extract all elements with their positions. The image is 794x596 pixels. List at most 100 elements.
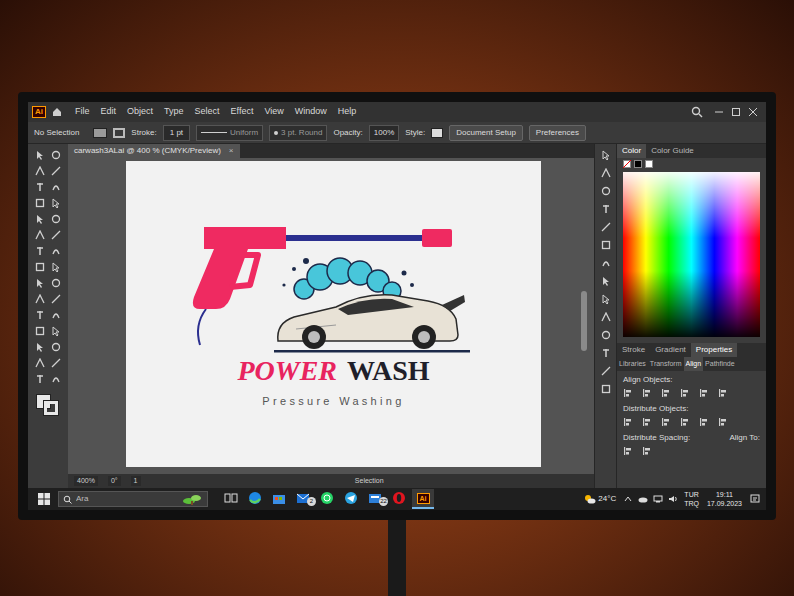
store-icon[interactable] bbox=[271, 491, 287, 505]
align-icon[interactable] bbox=[623, 417, 633, 427]
black-swatch[interactable] bbox=[634, 160, 642, 168]
edge-icon[interactable] bbox=[247, 491, 263, 505]
taskbar-app[interactable]: 22 bbox=[364, 489, 386, 509]
tool-icon[interactable] bbox=[51, 246, 61, 256]
panel-icon[interactable] bbox=[601, 366, 611, 376]
panel-icon[interactable] bbox=[601, 222, 611, 232]
brush-dropdown[interactable]: 3 pt. Round bbox=[269, 125, 327, 141]
control-button[interactable]: Preferences bbox=[529, 125, 586, 141]
tool-icon[interactable] bbox=[35, 358, 45, 368]
align-icon[interactable] bbox=[680, 417, 690, 427]
network-icon[interactable] bbox=[653, 495, 663, 503]
tool-icon[interactable] bbox=[35, 374, 45, 384]
tool-icon[interactable] bbox=[51, 230, 61, 240]
align-icon[interactable] bbox=[623, 446, 633, 456]
opera-icon[interactable] bbox=[391, 491, 407, 505]
menu-item[interactable]: Help bbox=[333, 105, 362, 119]
panel-tab[interactable]: Pathfinde bbox=[703, 357, 737, 371]
taskbar-app[interactable] bbox=[340, 489, 362, 509]
stroke-field[interactable]: 1 pt bbox=[163, 125, 190, 141]
menu-item[interactable]: Object bbox=[122, 105, 158, 119]
maximize-icon[interactable] bbox=[731, 107, 741, 117]
none-swatch-icon[interactable] bbox=[623, 160, 631, 168]
zoom-field[interactable]: 400% bbox=[74, 476, 98, 487]
tool-icon[interactable] bbox=[51, 214, 61, 224]
close-icon[interactable] bbox=[748, 107, 758, 117]
menu-item[interactable]: Effect bbox=[226, 105, 259, 119]
align-icon[interactable] bbox=[699, 417, 709, 427]
tool-icon[interactable] bbox=[51, 342, 61, 352]
stroke-swatch[interactable] bbox=[113, 128, 125, 138]
illustrator-app-icon[interactable]: Ai bbox=[417, 493, 430, 504]
panel-icon[interactable] bbox=[601, 294, 611, 304]
tool-icon[interactable] bbox=[51, 262, 61, 272]
stroke-box[interactable] bbox=[44, 401, 58, 415]
document-tab[interactable]: carwash3ALai @ 400 % (CMYK/Preview)× bbox=[68, 144, 240, 158]
tool-icon[interactable] bbox=[51, 166, 61, 176]
whatsapp-icon[interactable] bbox=[319, 491, 335, 505]
tool-icon[interactable] bbox=[35, 182, 45, 192]
tool-icon[interactable] bbox=[51, 150, 61, 160]
tool-icon[interactable] bbox=[51, 182, 61, 192]
panel-icon[interactable] bbox=[601, 168, 611, 178]
tool-icon[interactable] bbox=[35, 166, 45, 176]
panel-tab[interactable]: Properties bbox=[691, 343, 737, 357]
panel-tab[interactable]: Gradient bbox=[650, 343, 691, 357]
tool-icon[interactable] bbox=[35, 262, 45, 272]
panel-icon[interactable] bbox=[601, 276, 611, 286]
notification-icon[interactable] bbox=[750, 494, 760, 504]
align-icon[interactable] bbox=[661, 388, 671, 398]
menu-item[interactable]: View bbox=[259, 105, 288, 119]
align-icon[interactable] bbox=[642, 446, 652, 456]
menu-item[interactable]: Window bbox=[290, 105, 332, 119]
tool-icon[interactable] bbox=[51, 198, 61, 208]
align-icon[interactable] bbox=[680, 388, 690, 398]
tool-icon[interactable] bbox=[51, 326, 61, 336]
tool-icon[interactable] bbox=[51, 294, 61, 304]
taskbar-app[interactable]: 2 bbox=[292, 489, 314, 509]
minimize-icon[interactable] bbox=[714, 107, 724, 117]
color-spectrum[interactable] bbox=[623, 172, 760, 337]
taskbar-app[interactable] bbox=[388, 489, 410, 509]
tool-icon[interactable] bbox=[35, 214, 45, 224]
tool-icon[interactable] bbox=[35, 294, 45, 304]
align-icon[interactable] bbox=[623, 388, 633, 398]
panel-icon[interactable] bbox=[601, 186, 611, 196]
panel-icon[interactable] bbox=[601, 258, 611, 268]
tab-close[interactable]: × bbox=[229, 145, 234, 157]
align-icon[interactable] bbox=[718, 388, 728, 398]
fill-swatch[interactable] bbox=[93, 128, 107, 138]
search-icon[interactable] bbox=[691, 106, 703, 118]
home-icon[interactable] bbox=[51, 106, 63, 118]
tool-icon[interactable] bbox=[35, 310, 45, 320]
taskbar-app[interactable] bbox=[268, 489, 290, 509]
panel-icon[interactable] bbox=[601, 330, 611, 340]
panel-tab[interactable]: Align bbox=[684, 357, 704, 371]
align-icon[interactable] bbox=[642, 388, 652, 398]
clock[interactable]: 19:1117.09.2023 bbox=[707, 490, 742, 508]
taskbar-app[interactable] bbox=[244, 489, 266, 509]
profile-dropdown[interactable]: Uniform bbox=[196, 125, 263, 141]
weather-icon[interactable] bbox=[584, 494, 596, 504]
cloud-icon[interactable] bbox=[638, 495, 648, 503]
panel-icon[interactable] bbox=[601, 150, 611, 160]
tool-icon[interactable] bbox=[51, 358, 61, 368]
menu-item[interactable]: Select bbox=[190, 105, 225, 119]
windows-start-icon[interactable] bbox=[38, 493, 50, 505]
taskbar-search[interactable] bbox=[58, 491, 208, 507]
panel-icon[interactable] bbox=[601, 312, 611, 322]
tool-icon[interactable] bbox=[35, 278, 45, 288]
volume-icon[interactable] bbox=[668, 495, 678, 503]
panel-icon[interactable] bbox=[601, 204, 611, 214]
align-icon[interactable] bbox=[661, 417, 671, 427]
align-icon[interactable] bbox=[699, 388, 709, 398]
panel-tab[interactable]: Color bbox=[617, 144, 646, 158]
artboard-field[interactable]: 1 bbox=[131, 476, 141, 487]
panel-tab[interactable]: Libraries bbox=[617, 357, 648, 371]
panel-icon[interactable] bbox=[601, 384, 611, 394]
fill-stroke-widget[interactable] bbox=[36, 394, 60, 416]
taskbar-app[interactable]: Ai bbox=[412, 489, 434, 509]
tool-icon[interactable] bbox=[35, 150, 45, 160]
menu-item[interactable]: Edit bbox=[96, 105, 122, 119]
taskbar-app[interactable] bbox=[220, 489, 242, 509]
